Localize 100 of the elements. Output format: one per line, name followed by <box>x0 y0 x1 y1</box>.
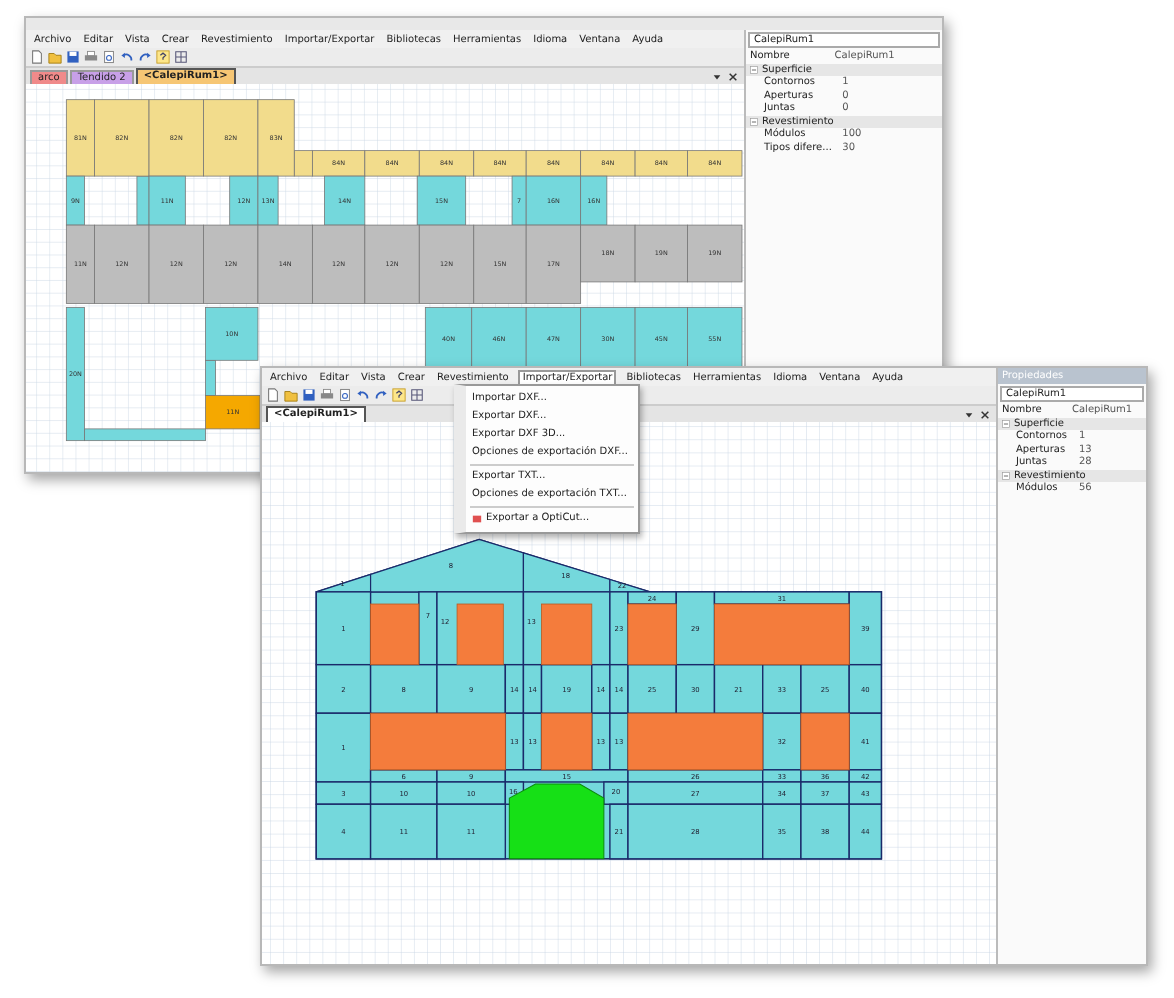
tile[interactable] <box>229 175 259 226</box>
tile[interactable] <box>65 224 95 304</box>
tile[interactable] <box>205 359 216 396</box>
tile[interactable] <box>848 769 883 783</box>
tile[interactable] <box>525 175 582 226</box>
tile[interactable] <box>525 224 582 304</box>
tile[interactable] <box>418 591 438 666</box>
tile[interactable] <box>634 224 688 283</box>
tile[interactable] <box>687 150 743 177</box>
save-icon[interactable] <box>302 388 316 402</box>
tile[interactable] <box>800 803 850 860</box>
tile[interactable] <box>315 803 372 860</box>
tile[interactable] <box>675 664 716 714</box>
tile[interactable] <box>203 224 259 304</box>
redo-icon[interactable] <box>374 388 388 402</box>
tile[interactable] <box>580 150 636 177</box>
tile[interactable] <box>203 99 259 177</box>
tile[interactable] <box>591 712 611 771</box>
save-icon[interactable] <box>66 50 80 64</box>
tile[interactable] <box>848 664 883 714</box>
tile[interactable] <box>580 224 636 283</box>
tile[interactable] <box>525 150 582 177</box>
tile[interactable] <box>369 803 438 860</box>
tile[interactable] <box>148 99 204 177</box>
redo-icon[interactable] <box>138 50 152 64</box>
help-icon[interactable] <box>392 388 406 402</box>
tile[interactable] <box>205 395 261 430</box>
grid-icon[interactable] <box>174 50 188 64</box>
tile[interactable] <box>687 224 743 283</box>
tile[interactable] <box>94 224 150 304</box>
new-document-icon[interactable] <box>266 388 280 402</box>
tile[interactable] <box>800 781 850 805</box>
tile[interactable] <box>315 664 372 714</box>
dropdown-arrow-icon[interactable] <box>964 410 974 420</box>
tile[interactable] <box>324 175 366 226</box>
tile[interactable] <box>762 781 802 805</box>
tile[interactable] <box>369 781 438 805</box>
tile[interactable] <box>848 712 883 771</box>
tile[interactable] <box>418 224 475 304</box>
tile[interactable] <box>627 781 764 805</box>
tile[interactable] <box>473 224 527 304</box>
tile[interactable] <box>471 307 527 371</box>
tile[interactable] <box>315 712 372 783</box>
print-icon[interactable] <box>320 388 334 402</box>
tile[interactable] <box>580 175 608 226</box>
tile[interactable] <box>522 664 543 714</box>
tile[interactable] <box>687 307 743 371</box>
tile[interactable] <box>315 781 372 805</box>
close-icon[interactable] <box>728 72 738 82</box>
tile[interactable] <box>436 664 507 714</box>
tile[interactable] <box>762 803 802 860</box>
new-document-icon[interactable] <box>30 50 44 64</box>
folder-icon[interactable] <box>284 388 298 402</box>
tile[interactable] <box>504 664 525 714</box>
tile[interactable] <box>504 712 525 771</box>
folder-icon[interactable] <box>48 50 62 64</box>
tile[interactable] <box>627 664 677 714</box>
tile[interactable] <box>848 803 883 860</box>
tile[interactable] <box>713 664 764 714</box>
tile[interactable] <box>627 803 764 860</box>
tile[interactable] <box>762 664 802 714</box>
help-icon[interactable] <box>156 50 170 64</box>
dropdown-arrow-icon[interactable] <box>712 72 722 82</box>
tile[interactable] <box>580 307 636 371</box>
tile[interactable] <box>94 99 150 177</box>
tile[interactable] <box>364 150 420 177</box>
tile[interactable] <box>257 99 295 177</box>
tile[interactable] <box>257 175 279 226</box>
tile[interactable] <box>436 803 507 860</box>
tile[interactable] <box>418 150 475 177</box>
tile[interactable] <box>762 712 802 771</box>
tile[interactable] <box>148 224 204 304</box>
tile[interactable] <box>848 781 883 805</box>
tile[interactable] <box>257 224 313 304</box>
tile[interactable] <box>84 428 206 442</box>
tile[interactable] <box>634 307 688 371</box>
tile[interactable] <box>603 781 629 805</box>
tile[interactable] <box>800 664 850 714</box>
tile[interactable] <box>424 307 473 371</box>
close-icon[interactable] <box>980 410 990 420</box>
tile[interactable] <box>416 175 467 226</box>
tile[interactable] <box>634 150 688 177</box>
tile[interactable] <box>65 175 85 226</box>
tile[interactable] <box>609 664 629 714</box>
tile[interactable] <box>473 150 527 177</box>
print-icon[interactable] <box>84 50 98 64</box>
tile[interactable] <box>65 307 85 442</box>
tile[interactable] <box>369 664 438 714</box>
grid-icon[interactable] <box>410 388 424 402</box>
tile[interactable] <box>540 664 593 714</box>
undo-icon[interactable] <box>120 50 134 64</box>
tile[interactable] <box>609 803 629 860</box>
tile[interactable] <box>848 591 883 666</box>
tile[interactable] <box>312 150 366 177</box>
tile[interactable] <box>609 712 629 771</box>
undo-icon[interactable] <box>356 388 370 402</box>
tile[interactable] <box>504 769 629 783</box>
tile[interactable] <box>293 150 313 177</box>
tile[interactable] <box>675 591 716 666</box>
preview-icon[interactable] <box>102 50 116 64</box>
